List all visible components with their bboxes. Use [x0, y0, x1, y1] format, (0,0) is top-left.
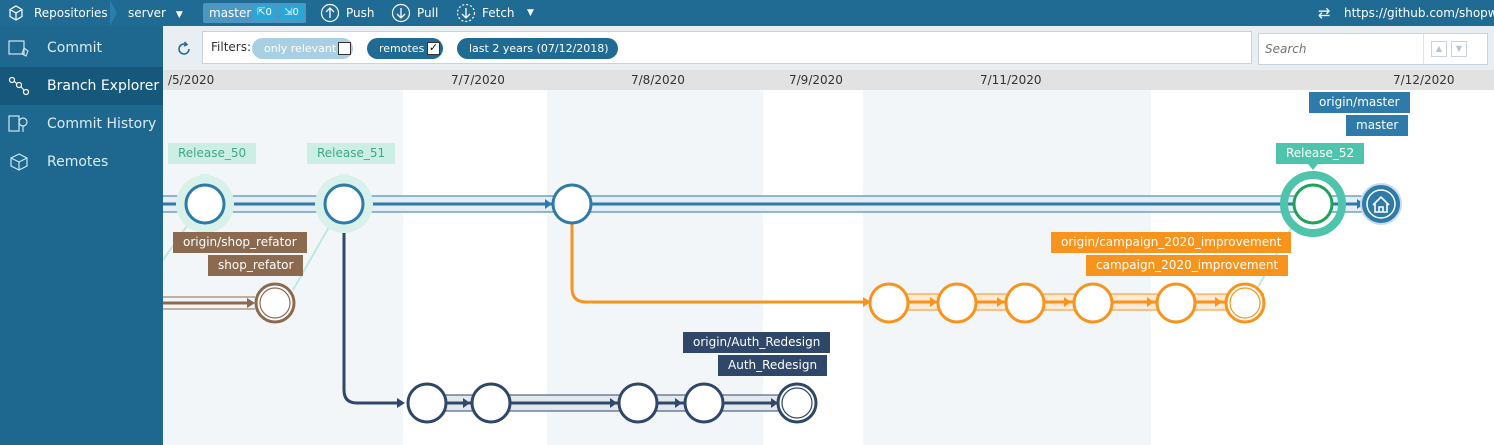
timeline-date: /5/2020 [168, 73, 215, 87]
commit-node[interactable] [323, 183, 365, 225]
chevron-down-icon: ▼ [618, 45, 625, 54]
branch-explorer-icon [8, 76, 30, 96]
commit-node[interactable] [551, 183, 593, 225]
only-relevant-label: only relevant [264, 42, 337, 55]
fetch-icon [456, 3, 476, 23]
commit-node[interactable] [470, 382, 512, 424]
remotes-checkbox[interactable]: ✓ [427, 42, 440, 55]
repositories-label: Repositories [34, 6, 108, 20]
timeline-date: 7/11/2020 [980, 73, 1042, 87]
sidebar-item-label: Commit [47, 40, 102, 56]
commit-node[interactable] [1004, 282, 1046, 324]
sidebar-item-commit-history[interactable]: Commit History [0, 105, 163, 143]
sidebar-item-remotes[interactable]: Remotes [0, 143, 163, 181]
push-icon [320, 3, 340, 23]
shop-refator-label[interactable]: shop_refator [208, 255, 304, 276]
timeline-date: 7/12/2020 [1393, 73, 1455, 87]
sidebar: Commit Branch Explorer Commit History Re… [0, 26, 163, 445]
commit-node[interactable] [776, 382, 818, 424]
campaign-label[interactable]: campaign_2020_improvement [1086, 255, 1289, 276]
release-50-label[interactable]: Release_50 [168, 143, 257, 164]
sidebar-item-label: Commit History [47, 116, 157, 132]
remotes-filter[interactable]: remotes ✓ [367, 38, 443, 59]
sidebar-item-label: Remotes [47, 154, 109, 170]
commit-node[interactable] [683, 382, 725, 424]
commit-node[interactable] [1072, 282, 1114, 324]
commit-node[interactable] [936, 282, 978, 324]
timeline-date: 7/8/2020 [631, 73, 685, 87]
origin-master-label[interactable]: origin/master [1309, 92, 1410, 113]
remote-url[interactable]: https://github.com/shopway [1344, 0, 1494, 26]
swap-remote-icon[interactable]: ⇄ [1318, 0, 1331, 26]
commit-node[interactable] [868, 282, 910, 324]
timeline-date: 7/7/2020 [451, 73, 505, 87]
only-relevant-filter[interactable]: only relevant [252, 38, 353, 59]
pull-label: Pull [417, 6, 439, 20]
timeline-header: /5/2020 7/7/2020 7/8/2020 7/9/2020 7/11/… [163, 70, 1494, 90]
arrow-icon [397, 398, 405, 408]
search-next-icon[interactable]: ▼ [1451, 41, 1467, 57]
commit-node[interactable] [617, 382, 659, 424]
incoming-badge: ⇱0 [253, 6, 276, 20]
search-input[interactable] [1263, 38, 1417, 60]
search-previous-icon[interactable]: ▲ [1431, 41, 1447, 57]
refresh-icon[interactable] [175, 40, 193, 58]
search-divider [1423, 34, 1424, 64]
push-label: Push [346, 6, 375, 20]
date-range-label: last 2 years (07/12/2018) [469, 42, 609, 55]
filters-box: Filters: [202, 31, 1252, 64]
label-pointer [1308, 164, 1318, 170]
timeline-date: 7/9/2020 [789, 73, 843, 87]
only-relevant-checkbox[interactable] [338, 42, 351, 55]
arrow-icon [247, 298, 255, 308]
commit-node[interactable] [1224, 282, 1266, 324]
auth-branch-line [342, 223, 401, 405]
branch-selector[interactable]: master ⇱0 ⇲0 [203, 3, 306, 23]
repo-name: server [128, 6, 166, 20]
commit-node[interactable] [254, 282, 296, 324]
branch-name: master [209, 6, 252, 20]
repo-selector[interactable]: server ▼ [128, 0, 183, 26]
cube-icon [9, 5, 23, 21]
outgoing-badge: ⇲0 [280, 6, 303, 20]
head-commit-node[interactable] [1292, 183, 1334, 225]
origin-auth-redesign-label[interactable]: origin/Auth_Redesign [683, 332, 831, 353]
date-range-filter[interactable]: last 2 years (07/12/2018) ▼ [457, 38, 624, 59]
release-51-label[interactable]: Release_51 [307, 143, 396, 164]
top-toolbar: Repositories server ▼ master ⇱0 ⇲0 Push … [0, 0, 1494, 26]
chevron-down-icon: ▼ [175, 10, 183, 20]
commit-node[interactable] [1155, 282, 1197, 324]
fetch-options-chevron-icon[interactable]: ▼ [527, 0, 534, 26]
origin-campaign-label[interactable]: origin/campaign_2020_improvement [1051, 232, 1292, 253]
auth-redesign-label[interactable]: Auth_Redesign [718, 355, 828, 376]
commit-node[interactable] [406, 382, 448, 424]
filter-bar: Filters: only relevant remotes ✓ last 2 … [163, 26, 1494, 70]
commit-history-icon [8, 115, 28, 132]
fetch-label: Fetch [482, 6, 515, 20]
release-52-label[interactable]: Release_52 [1276, 143, 1365, 164]
branch-explorer-graph: Release_50 Release_51 Release_52 origin/… [163, 90, 1494, 445]
remotes-label: remotes [379, 42, 425, 55]
search-box: ▲ ▼ [1258, 33, 1488, 65]
sidebar-item-commit[interactable]: Commit [0, 29, 163, 67]
remotes-icon [10, 153, 28, 171]
origin-shop-refator-label[interactable]: origin/shop_refator [173, 232, 307, 253]
commit-icon [8, 40, 29, 57]
pull-icon [391, 3, 411, 23]
sidebar-item-branch-explorer[interactable]: Branch Explorer [0, 67, 163, 105]
campaign-branch-line [570, 223, 868, 304]
sidebar-item-label: Branch Explorer [47, 78, 160, 94]
filters-label: Filters: [211, 40, 252, 54]
commit-node[interactable] [184, 183, 226, 225]
breadcrumb-separator [110, 0, 117, 26]
master-label[interactable]: master [1346, 115, 1409, 136]
